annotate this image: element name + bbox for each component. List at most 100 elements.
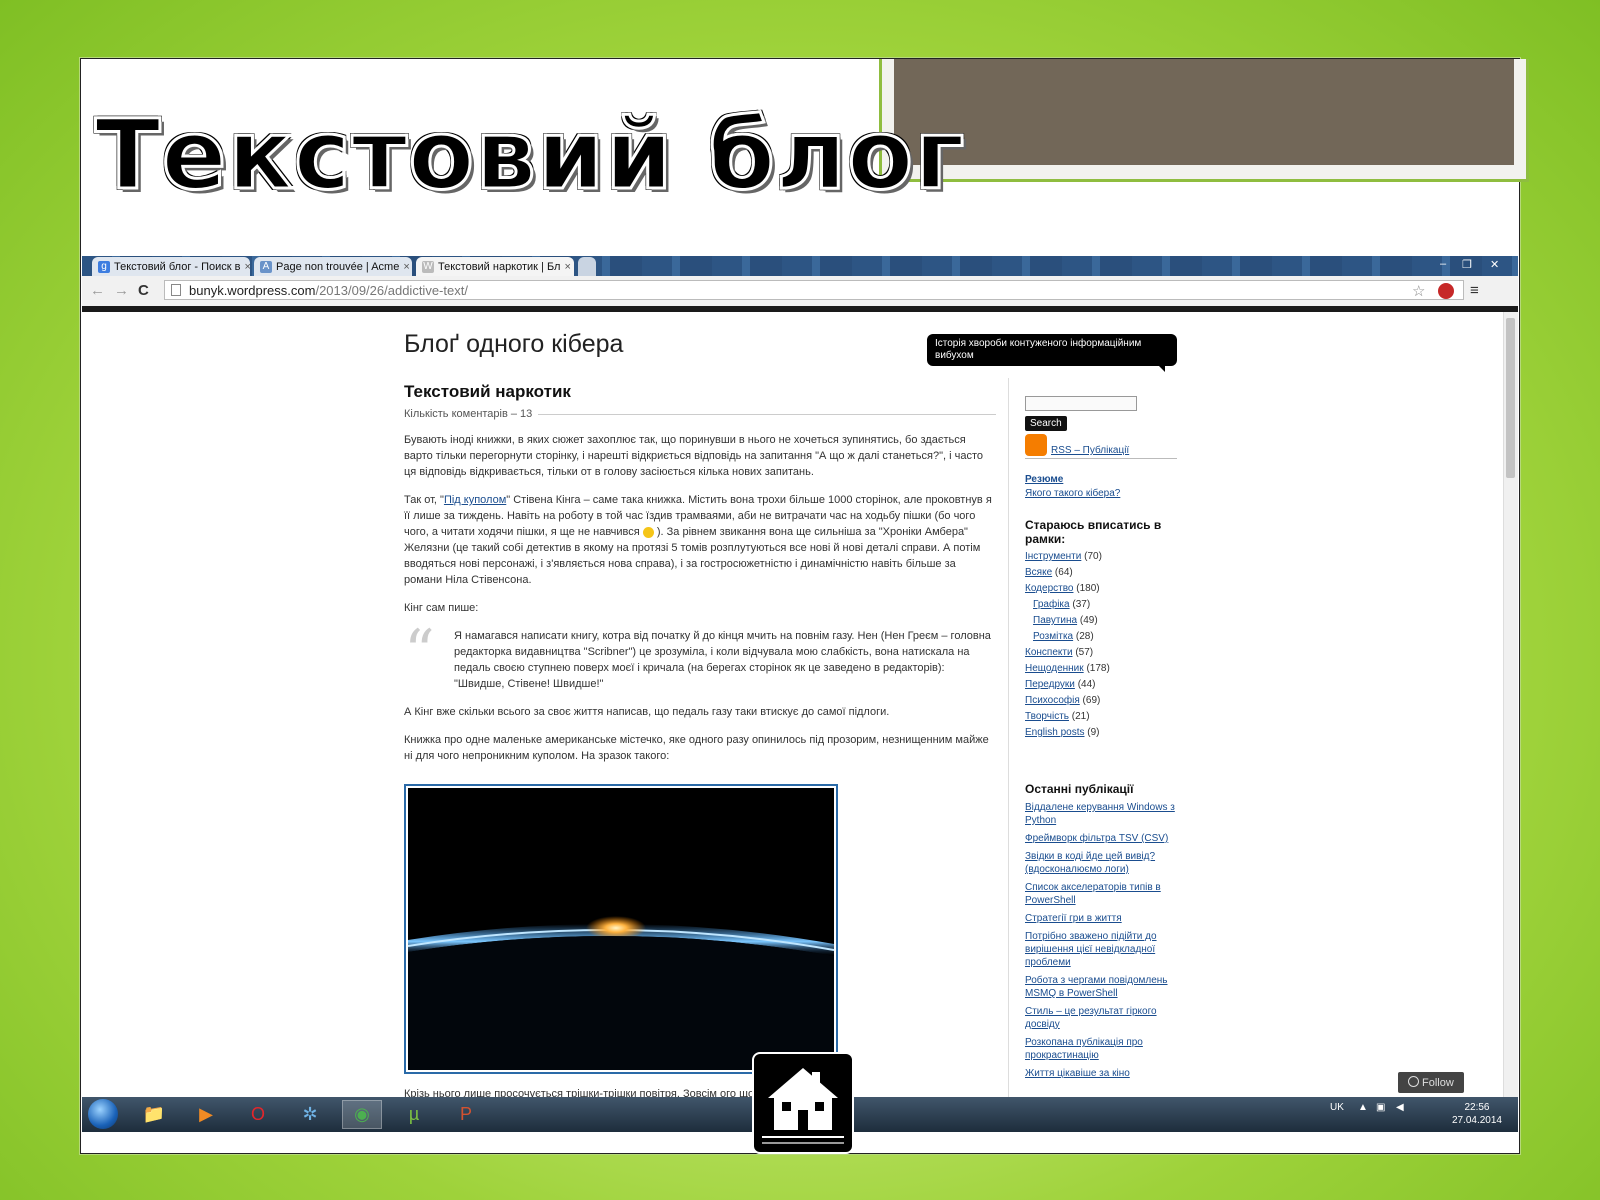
follow-label: Follow [1422, 1077, 1454, 1089]
tab-blog-post[interactable]: W Текстовий наркотик | Бл × [416, 257, 574, 276]
house-icon [762, 1068, 844, 1144]
search-button[interactable]: Search [1025, 416, 1067, 431]
category-item: Павутина (49) [1025, 615, 1177, 626]
network-icon[interactable]: ▣ [1376, 1102, 1385, 1113]
rss-link[interactable]: RSS – Публікації [1051, 445, 1129, 456]
recent-post-link[interactable]: Звідки в коді йде цей вивід? (вдосконалю… [1025, 850, 1177, 876]
menu-icon[interactable]: ≡ [1470, 282, 1479, 299]
category-link[interactable]: Павутина [1033, 615, 1077, 626]
follow-button[interactable]: Follow [1398, 1072, 1464, 1093]
media-player-taskbar-button[interactable]: ▶ [186, 1100, 226, 1129]
utorrent-icon: µ [408, 1104, 420, 1124]
category-count: (37) [1072, 599, 1091, 610]
category-count: (70) [1084, 551, 1102, 562]
powerpoint-taskbar-button[interactable]: P [446, 1100, 486, 1129]
wordpress-icon: W [422, 260, 434, 273]
tab-google-search[interactable]: g Текстовий блог - Поиск в × [92, 257, 250, 276]
new-tab-button[interactable] [578, 257, 596, 276]
blog-title[interactable]: Блоґ одного кібера [404, 330, 623, 359]
category-item: Графіка (37) [1025, 599, 1177, 610]
recent-post-link[interactable]: Потрібно зважено підійти до вирішення ці… [1025, 930, 1177, 969]
recent-post-link[interactable]: Віддалене керування Windows з Python [1025, 801, 1177, 827]
opera-icon: O [250, 1104, 265, 1124]
post-content: Текстовий наркотик Кількість коментарів … [404, 382, 996, 1100]
recent-post-link[interactable]: Стиль – це результат гіркого досвіду [1025, 1005, 1177, 1031]
category-link[interactable]: Інструменти [1025, 551, 1081, 562]
recent-post-link[interactable]: Життя цікавіше за кіно [1025, 1067, 1177, 1080]
address-bar[interactable]: bunyk.wordpress.com/2013/09/26/addictive… [164, 280, 1464, 300]
bookmark-star-icon[interactable]: ☆ [1412, 282, 1425, 300]
recent-post-link[interactable]: Стратегії гри в життя [1025, 912, 1177, 925]
category-link[interactable]: Конспекти [1025, 647, 1073, 658]
text: Так от, " [404, 494, 444, 506]
page-scrollbar[interactable] [1503, 312, 1518, 1097]
post-paragraph: Так от, "Під куполом" Стівена Кінга – са… [404, 492, 996, 588]
recent-post-link[interactable]: Робота з чергами повідомлень MSMQ в Powe… [1025, 974, 1177, 1000]
browser-window: g Текстовий блог - Поиск в × A Page non … [82, 256, 1518, 1152]
image-frame [408, 788, 834, 1070]
recent-post-link[interactable]: Фреймворк фільтра TSV (CSV) [1025, 832, 1177, 845]
smiley-icon [642, 526, 654, 538]
scrollbar-thumb[interactable] [1506, 318, 1515, 478]
restore-button[interactable]: ❐ [1462, 258, 1472, 271]
category-item: Творчість (21) [1025, 711, 1177, 722]
category-count: (28) [1075, 631, 1094, 642]
post-paragraph: Книжка про одне маленьке американське мі… [404, 734, 989, 762]
category-link[interactable]: Психософія [1025, 695, 1080, 706]
category-count: (9) [1087, 727, 1100, 738]
chrome-taskbar-button[interactable]: ◉ [342, 1100, 382, 1129]
post-paragraph: Кінг сам пише: [404, 602, 479, 614]
media-player-icon: ▶ [199, 1104, 213, 1124]
category-link[interactable]: Передруки [1025, 679, 1075, 690]
reload-button[interactable]: C [138, 282, 149, 299]
tab-acme[interactable]: A Page non trouvée | Acme × [254, 257, 412, 276]
comments-label: Кількість коментарів – 13 [404, 408, 533, 420]
category-count: (21) [1071, 711, 1090, 722]
recent-post-link[interactable]: Розкопана публікація про прокрастинацію [1025, 1036, 1177, 1062]
category-link[interactable]: English posts [1025, 727, 1084, 738]
language-indicator[interactable]: UK [1330, 1102, 1344, 1113]
category-link[interactable]: Розмітка [1033, 631, 1073, 642]
start-button[interactable] [88, 1099, 118, 1129]
tab-close-icon[interactable]: × [560, 261, 570, 273]
category-link[interactable]: Творчість [1025, 711, 1069, 722]
about-link[interactable]: Якого такого кібера? [1025, 488, 1177, 499]
category-item: Кодерство (180) [1025, 583, 1177, 594]
comments-count[interactable]: Кількість коментарів – 13 [404, 408, 996, 420]
utorrent-taskbar-button[interactable]: µ [394, 1100, 434, 1129]
rss-icon [1025, 434, 1047, 456]
volume-icon[interactable]: ◀ [1396, 1102, 1404, 1113]
tab-close-icon[interactable]: × [241, 261, 250, 273]
safari-taskbar-button[interactable]: ✲ [290, 1100, 330, 1129]
system-clock[interactable]: 22:56 27.04.2014 [1452, 1101, 1502, 1127]
tab-close-icon[interactable]: × [399, 261, 409, 273]
minimize-button[interactable]: ‒ [1440, 258, 1446, 270]
category-count: (69) [1082, 695, 1101, 706]
rss-feed[interactable]: RSS – Публікації [1025, 434, 1177, 456]
earth-horizon-image[interactable] [404, 784, 838, 1074]
close-button[interactable]: ✕ [1490, 258, 1499, 271]
clock-time: 22:56 [1464, 1102, 1490, 1113]
divider [1025, 458, 1177, 459]
explorer-icon: 📁 [142, 1104, 166, 1124]
acme-icon: A [260, 260, 272, 273]
forward-button[interactable]: → [114, 282, 129, 299]
post-title[interactable]: Текстовий наркотик [404, 382, 996, 402]
category-link[interactable]: Нещоденник [1025, 663, 1084, 674]
opera-taskbar-button[interactable]: O [238, 1100, 278, 1129]
categories-widget: Стараюсь вписатись в рамки: Інструменти … [1025, 518, 1177, 738]
category-link[interactable]: Графіка [1033, 599, 1070, 610]
url-host: bunyk.wordpress.com [189, 283, 316, 298]
adblock-icon[interactable] [1438, 283, 1454, 299]
home-button[interactable] [752, 1052, 854, 1154]
category-link[interactable]: Всяке [1025, 567, 1052, 578]
category-link[interactable]: Кодерство [1025, 583, 1073, 594]
explorer-taskbar-button[interactable]: 📁 [134, 1100, 174, 1129]
tray-arrow-icon[interactable]: ▲ [1358, 1102, 1368, 1113]
back-button[interactable]: ← [90, 282, 105, 299]
resume-link[interactable]: Резюме [1025, 474, 1177, 485]
divider [538, 413, 996, 415]
under-the-dome-link[interactable]: Під куполом [444, 494, 506, 506]
search-input[interactable] [1025, 396, 1137, 411]
recent-post-link[interactable]: Список акселераторів типів в PowerShell [1025, 881, 1177, 907]
